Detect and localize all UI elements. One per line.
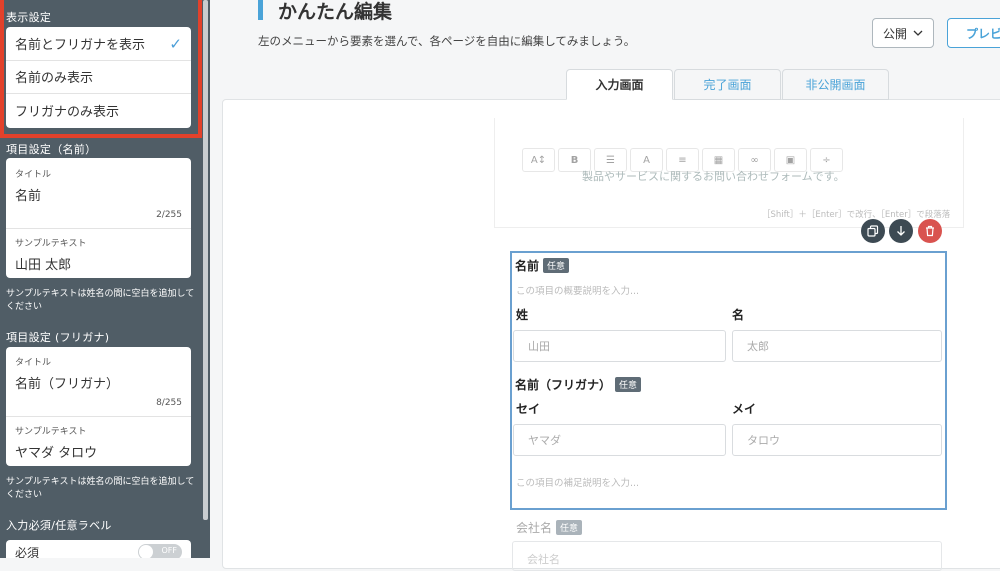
kana-title-field[interactable]: 名前（フリガナ） <box>15 373 119 392</box>
required-toggle[interactable]: OFF <box>138 544 182 558</box>
sidebar-scrollbar[interactable] <box>203 0 208 520</box>
preview-button[interactable]: プレビ <box>947 18 1000 48</box>
editor-hint: ［Shift］＋［Enter］で改行、［Enter］で段落落 <box>762 210 951 220</box>
delete-button[interactable] <box>918 219 942 243</box>
page-description: 左のメニューから要素を選んで、各ページを自由に編集してみましょう。 <box>258 34 636 48</box>
last-name-label: 姓 <box>516 308 529 322</box>
copy-button[interactable] <box>861 219 885 243</box>
tab-complete[interactable]: 完了画面 <box>674 69 781 100</box>
required-label: 必須 <box>15 546 40 558</box>
editor-text: 製品やサービスに関するお問い合わせフォームです。 <box>582 170 845 183</box>
required-row: 必須 OFF <box>6 540 191 558</box>
toggle-knob <box>139 545 153 558</box>
optional-badge: 任意 <box>556 520 583 535</box>
first-name-label: 名 <box>732 308 745 322</box>
kana-first-label: メイ <box>732 402 757 416</box>
kana-settings-heading: 項目設定 (フリガナ) <box>6 331 110 344</box>
name-sample-field[interactable]: 山田 太郎 <box>15 254 71 273</box>
char-count: 8/255 <box>156 398 182 408</box>
kana-field-label: 名前（フリガナ） 任意 <box>515 376 642 393</box>
name-settings-card: タイトル 名前 2/255 サンプルテキスト 山田 太郎 <box>6 158 191 278</box>
sidebar: 表示設定 名前とフリガナを表示 ✓ 名前のみ表示 フリガナのみ表示 項目設定（名前… <box>0 0 210 558</box>
last-name-input[interactable]: 山田 <box>513 330 726 362</box>
optional-badge: 任意 <box>543 258 570 273</box>
name-sample-note: サンプルテキストは姓名の間に空白を追加してください <box>6 289 195 312</box>
kana-first-input[interactable]: タロウ <box>732 424 942 456</box>
sample-label: サンプルテキスト <box>15 239 87 249</box>
main-area: かんたん編集 左のメニューから要素を選んで、各ページを自由に編集してみましょう。… <box>210 0 1000 571</box>
kana-settings-card: タイトル 名前（フリガナ） 8/255 サンプルテキスト ヤマダ タロウ <box>6 347 191 466</box>
highlight-box <box>0 0 202 138</box>
description-placeholder[interactable]: この項目の概要説明を入力... <box>516 283 639 297</box>
first-name-input[interactable]: 太郎 <box>732 330 942 362</box>
title-label: タイトル <box>15 358 52 368</box>
company-input[interactable]: 会社名 <box>512 541 942 571</box>
kana-sample-field[interactable]: ヤマダ タロウ <box>15 442 97 461</box>
chevron-down-icon <box>913 30 923 36</box>
toggle-text: OFF <box>161 546 178 555</box>
company-field-label: 会社名 任意 <box>516 519 583 536</box>
publish-select[interactable]: 公開 <box>872 18 934 48</box>
optional-badge: 任意 <box>615 377 642 392</box>
kana-last-input[interactable]: ヤマダ <box>513 424 726 456</box>
char-count: 2/255 <box>156 210 182 220</box>
divider <box>6 416 191 417</box>
move-down-button[interactable] <box>889 219 913 243</box>
publish-label: 公開 <box>882 26 907 41</box>
sample-label: サンプルテキスト <box>15 427 87 437</box>
name-title-field[interactable]: 名前 <box>15 185 41 204</box>
font-size-icon[interactable]: A↕ <box>522 148 555 172</box>
name-field-label: 名前 任意 <box>515 257 570 274</box>
title-label: タイトル <box>15 170 52 180</box>
kana-last-label: セイ <box>516 402 541 416</box>
page-title: かんたん編集 <box>278 1 393 23</box>
copy-icon <box>867 225 879 237</box>
divider <box>6 228 191 229</box>
kana-sample-note: サンプルテキストは姓名の間に空白を追加してください <box>6 477 195 500</box>
name-settings-heading: 項目設定（名前） <box>6 143 97 156</box>
required-settings-heading: 入力必須/任意ラベル <box>6 519 112 532</box>
title-accent-bar <box>258 0 263 20</box>
tab-input[interactable]: 入力画面 <box>566 69 673 100</box>
trash-icon <box>926 225 934 237</box>
arrow-down-icon <box>897 226 905 236</box>
tab-private[interactable]: 非公開画面 <box>782 69 889 100</box>
supplement-placeholder[interactable]: この項目の補足説明を入力... <box>516 475 639 489</box>
